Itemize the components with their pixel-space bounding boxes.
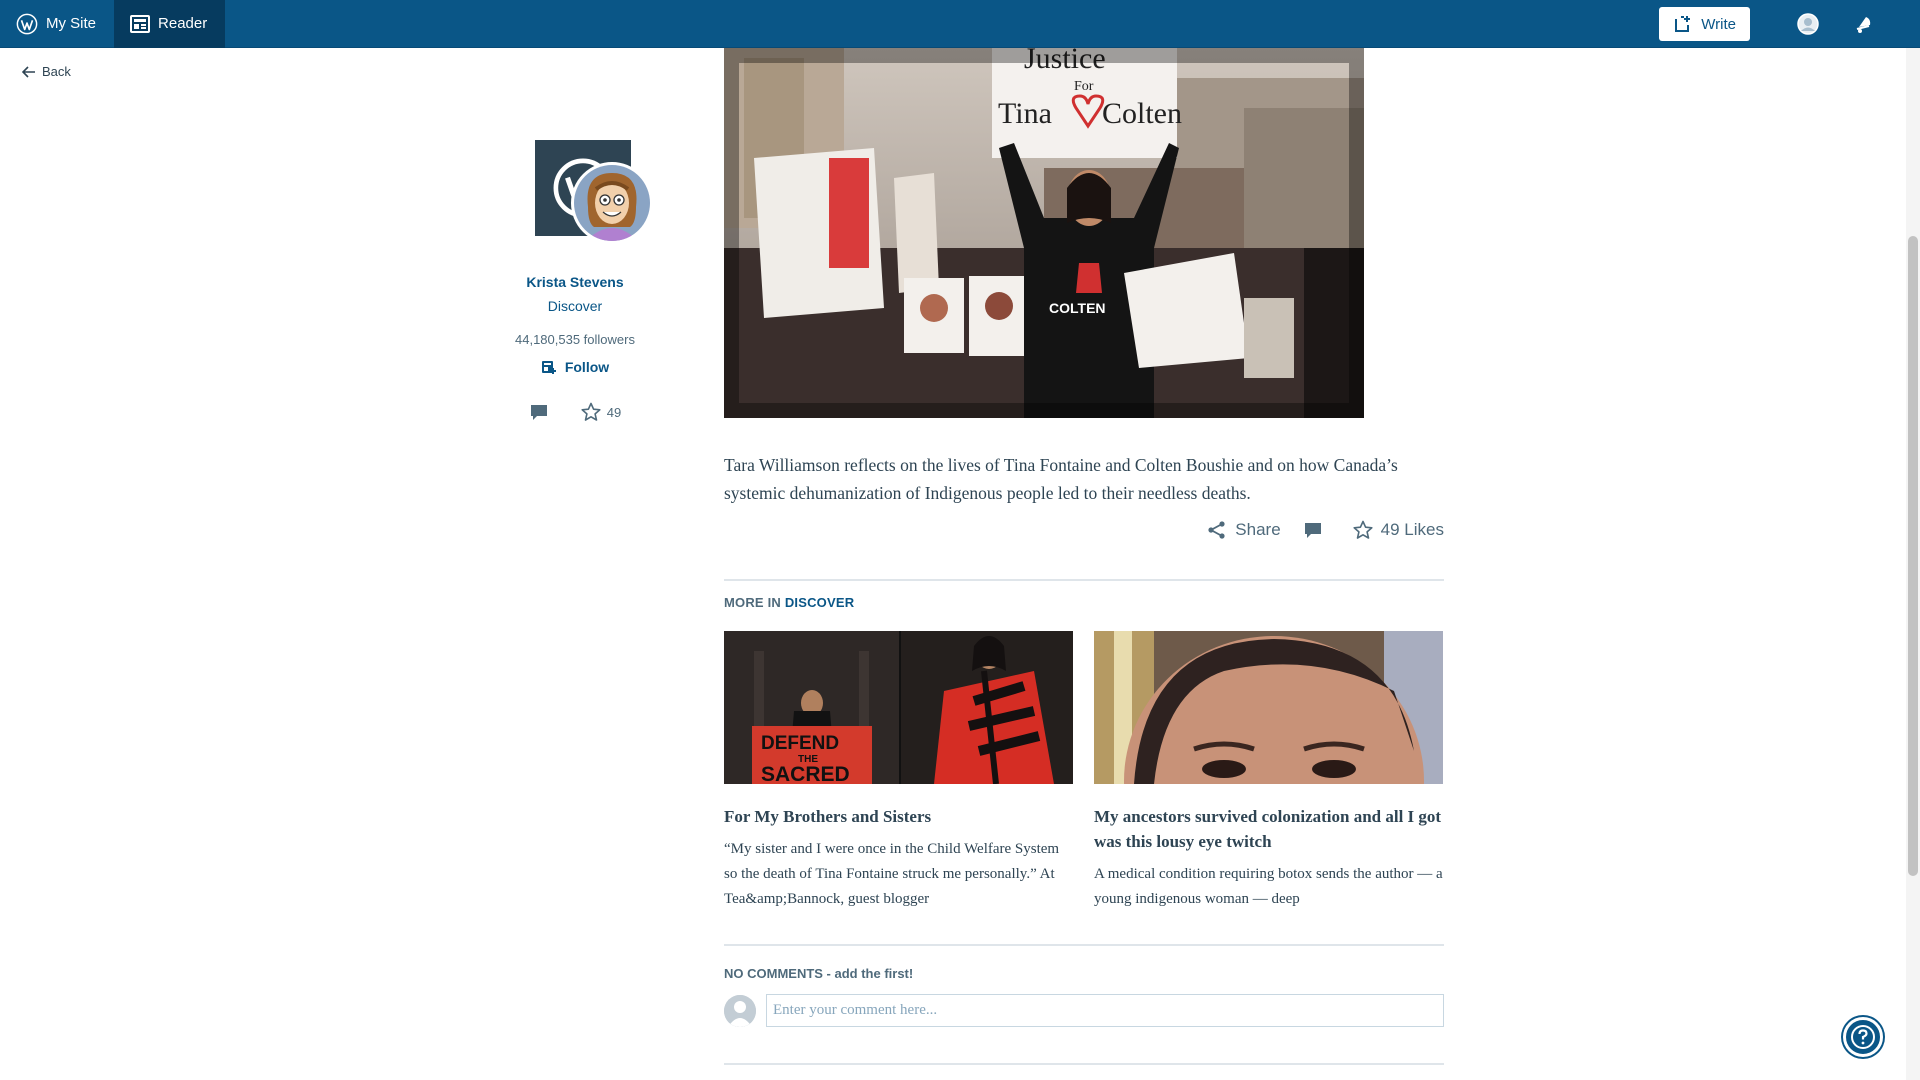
wordpress-logo-icon bbox=[16, 13, 38, 34]
post-excerpt: Tara Williamson reflects on the lives of… bbox=[724, 455, 1398, 503]
comments-heading: NO COMMENTS - add the first! bbox=[724, 966, 914, 981]
star-icon bbox=[1353, 520, 1373, 539]
more-in-prefix: MORE IN bbox=[724, 595, 782, 610]
defend-the-sacred-photo-image: DEFEND THE SACRED bbox=[724, 631, 1073, 784]
like-count: 49 Likes bbox=[1380, 520, 1444, 539]
reader-button[interactable]: Reader bbox=[114, 0, 226, 48]
sidebar-actions: 49 bbox=[500, 402, 650, 422]
arrow-left-icon bbox=[22, 65, 35, 78]
related-post-title[interactable]: My ancestors survived colonization and a… bbox=[1094, 804, 1443, 854]
question-mark-icon bbox=[1851, 1025, 1875, 1049]
bell-icon bbox=[1856, 17, 1871, 33]
more-in-heading: MORE IN DISCOVER bbox=[724, 595, 854, 610]
follow-icon bbox=[541, 361, 556, 374]
related-post-excerpt: A medical condition requiring botox send… bbox=[1094, 866, 1443, 907]
protest-photo-image: Justice For Tina Colten COLTEN bbox=[724, 48, 1364, 418]
comment-icon bbox=[1304, 523, 1321, 538]
follower-count: 44,180,535 followers bbox=[515, 332, 635, 347]
help-button[interactable] bbox=[1843, 1017, 1883, 1057]
share-button[interactable]: Share bbox=[1207, 520, 1281, 540]
svg-text:Colten: Colten bbox=[1102, 97, 1182, 130]
default-avatar-icon bbox=[724, 994, 756, 1027]
my-site-button[interactable]: My Site bbox=[0, 0, 114, 48]
author-avatar[interactable] bbox=[571, 162, 653, 244]
svg-text:For: For bbox=[1074, 79, 1094, 94]
related-post-card[interactable]: DEFEND THE SACRED For My Brothers and Si… bbox=[724, 631, 1073, 912]
divider bbox=[724, 579, 1444, 581]
masterbar: My Site Reader Write bbox=[0, 0, 1920, 48]
post-actions: Share 49 Likes bbox=[1200, 520, 1444, 540]
avatar-icon bbox=[1797, 13, 1819, 35]
author-site-link[interactable]: Discover bbox=[500, 298, 650, 314]
more-in-site-link[interactable]: DISCOVER bbox=[785, 595, 855, 610]
related-post-title[interactable]: For My Brothers and Sisters bbox=[724, 804, 1073, 829]
divider bbox=[724, 1063, 1444, 1065]
comment-button[interactable] bbox=[1303, 520, 1331, 540]
follow-button[interactable]: Follow bbox=[541, 359, 609, 375]
reader-label: Reader bbox=[158, 15, 208, 32]
comment-form bbox=[724, 994, 1444, 1027]
related-post-image[interactable]: DEFEND THE SACRED bbox=[724, 631, 1073, 784]
author-portrait-icon bbox=[574, 165, 650, 241]
back-label: Back bbox=[42, 64, 71, 79]
related-post-excerpt: “My sister and I were once in the Child … bbox=[724, 841, 1060, 907]
follow-label: Follow bbox=[564, 359, 610, 375]
sidebar-comment-button[interactable] bbox=[529, 402, 555, 422]
commenter-avatar bbox=[724, 994, 756, 1027]
svg-text:COLTEN: COLTEN bbox=[1049, 300, 1106, 316]
author-avatars bbox=[515, 140, 653, 260]
scrollbar-track[interactable] bbox=[1906, 48, 1920, 1080]
svg-text:Tina: Tina bbox=[998, 97, 1052, 130]
my-site-label: My Site bbox=[46, 15, 97, 32]
profile-button[interactable] bbox=[1780, 0, 1836, 48]
sidebar-like-count: 49 bbox=[606, 404, 622, 420]
back-button[interactable]: Back bbox=[22, 64, 71, 79]
reader-icon bbox=[130, 14, 151, 33]
selfie-photo-image bbox=[1094, 631, 1443, 784]
comment-icon bbox=[530, 405, 547, 420]
share-label: Share bbox=[1235, 520, 1281, 539]
related-post-image[interactable] bbox=[1094, 631, 1443, 784]
share-icon bbox=[1208, 521, 1225, 539]
post-featured-image[interactable]: Justice For Tina Colten COLTEN bbox=[724, 48, 1364, 418]
write-button[interactable]: Write bbox=[1659, 7, 1750, 41]
write-label: Write bbox=[1701, 15, 1736, 33]
scrollbar-thumb[interactable] bbox=[1908, 236, 1918, 876]
like-button[interactable]: 49 Likes bbox=[1353, 520, 1444, 540]
svg-text:DEFEND: DEFEND bbox=[761, 733, 839, 754]
star-icon bbox=[581, 402, 601, 421]
author-sidebar: Krista Stevens Discover 44,180,535 follo… bbox=[500, 140, 653, 422]
divider bbox=[724, 944, 1444, 946]
notifications-button[interactable] bbox=[1836, 0, 1892, 48]
author-name-link[interactable]: Krista Stevens bbox=[500, 274, 650, 290]
comment-input[interactable] bbox=[766, 994, 1444, 1027]
sidebar-like-button[interactable]: 49 bbox=[581, 402, 621, 422]
related-post-card[interactable]: My ancestors survived colonization and a… bbox=[1094, 631, 1443, 937]
write-icon bbox=[1675, 16, 1691, 32]
svg-text:SACRED: SACRED bbox=[761, 763, 850, 784]
